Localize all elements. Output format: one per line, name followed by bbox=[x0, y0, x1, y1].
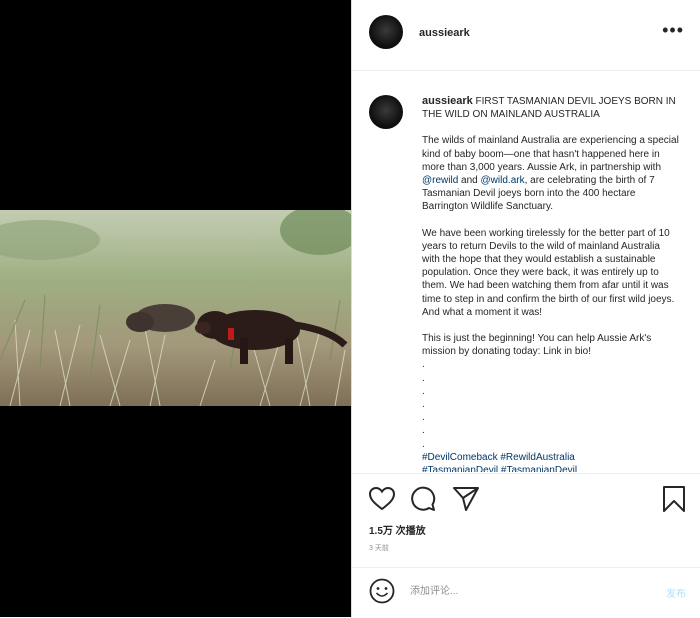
hashtag-rewildaustralia[interactable]: #RewildAustralia bbox=[500, 452, 574, 463]
avatar[interactable] bbox=[369, 15, 403, 49]
caption-dots: . . . . . . . bbox=[422, 358, 680, 450]
post-comment-button[interactable]: 发布 bbox=[666, 585, 686, 600]
dot-line: . bbox=[422, 359, 425, 371]
caption-paragraph-3: This is just the beginning! You can help… bbox=[422, 333, 652, 358]
dot-line: . bbox=[422, 438, 425, 450]
dot-line: . bbox=[422, 385, 425, 397]
post-panel: aussieark ••• aussieark FIRST TASMANIAN … bbox=[351, 0, 700, 617]
heart-icon[interactable] bbox=[368, 486, 396, 516]
media-viewer[interactable] bbox=[0, 0, 351, 617]
caption-username[interactable]: aussieark bbox=[422, 95, 473, 107]
mention-rewild[interactable]: @rewild bbox=[422, 175, 458, 186]
post-time[interactable]: 3 天前 bbox=[369, 543, 389, 553]
comment-input[interactable]: 添加评论... bbox=[410, 582, 458, 597]
caption-avatar[interactable] bbox=[369, 95, 403, 129]
video-frame-illustration bbox=[0, 210, 351, 406]
dot-line: . bbox=[422, 425, 425, 437]
post-header: aussieark ••• bbox=[352, 0, 700, 71]
bookmark-icon[interactable] bbox=[662, 486, 686, 517]
dot-line: . bbox=[422, 412, 425, 424]
post-video[interactable] bbox=[0, 210, 351, 406]
hashtag-tasmaniandevil[interactable]: #TasmanianDevil #TasmanianDevil bbox=[422, 464, 680, 472]
mention-wild-ark[interactable]: @wild.ark bbox=[481, 175, 525, 186]
caption-text: and bbox=[458, 175, 481, 187]
paper-plane-icon[interactable] bbox=[453, 487, 479, 516]
action-bar: 1.5万 次播放 3 天前 bbox=[352, 473, 700, 568]
caption-paragraph-1: The wilds of mainland Australia are expe… bbox=[422, 134, 680, 213]
emoji-icon[interactable] bbox=[369, 578, 395, 609]
view-count[interactable]: 1.5万 次播放 bbox=[369, 522, 426, 537]
header-username[interactable]: aussieark bbox=[419, 27, 470, 39]
dot-line: . bbox=[422, 399, 425, 411]
comment-bar: 添加评论... 发布 bbox=[352, 567, 700, 618]
caption: aussieark FIRST TASMANIAN DEVIL JOEYS BO… bbox=[422, 95, 680, 472]
hashtags: #DevilComeback #RewildAustralia #Tasmani… bbox=[422, 451, 680, 472]
caption-text: The wilds of mainland Australia are expe… bbox=[422, 135, 679, 173]
more-options-icon[interactable]: ••• bbox=[662, 21, 684, 39]
caption-paragraph-2: We have been working tirelessly for the … bbox=[422, 227, 675, 318]
comment-icon[interactable] bbox=[410, 486, 436, 517]
caption-area[interactable]: aussieark FIRST TASMANIAN DEVIL JOEYS BO… bbox=[352, 71, 700, 472]
dot-line: . bbox=[422, 372, 425, 384]
hashtag-devilcomeback[interactable]: #DevilComeback bbox=[422, 452, 498, 463]
